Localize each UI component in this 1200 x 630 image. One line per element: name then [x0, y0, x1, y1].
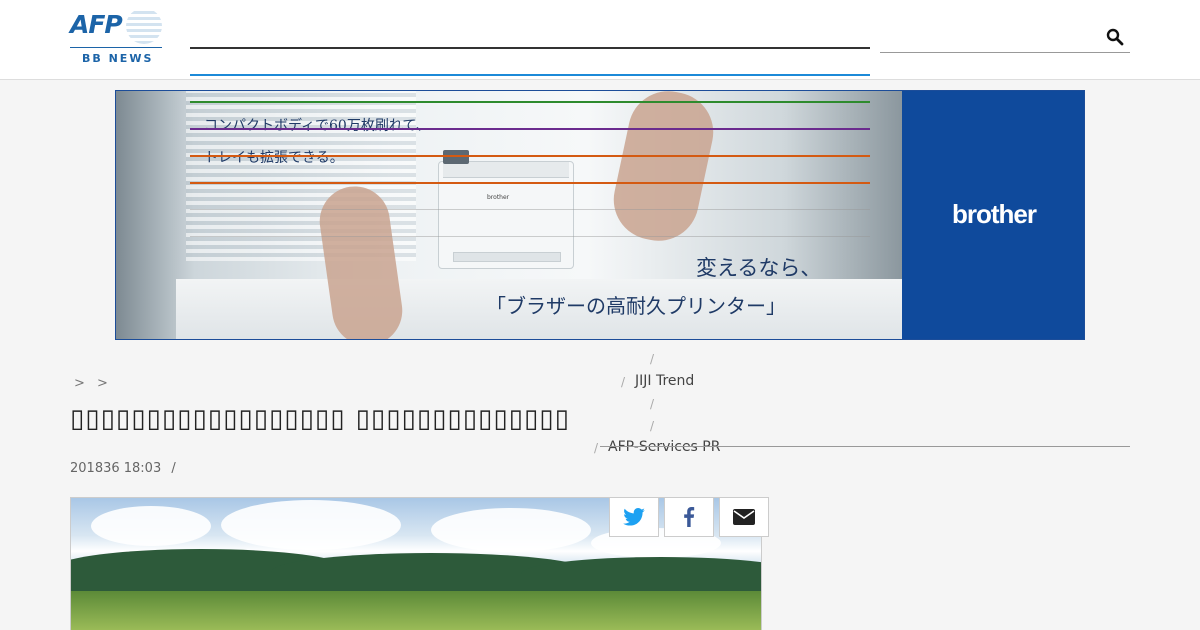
nav-bar-primary[interactable]: [190, 47, 870, 49]
nav-dropdown-line-gray: [190, 209, 870, 210]
ad-copy-line2: トレイも拡張できる。: [204, 150, 344, 166]
mountain-shape: [521, 557, 761, 591]
share-email-button[interactable]: [719, 497, 769, 537]
logo-subtitle: BB NEWS: [82, 52, 154, 65]
globe-icon: [126, 8, 162, 44]
site-header: AFP BB NEWS: [0, 0, 1200, 80]
search-input[interactable]: [880, 22, 1100, 52]
menu-separator: /: [594, 441, 599, 455]
menu-separator: /: [650, 419, 655, 433]
breadcrumb: > >: [74, 376, 116, 391]
share-twitter-button[interactable]: [609, 497, 659, 537]
brother-logo: brother: [952, 199, 1037, 229]
menu-link-jiji-trend[interactable]: JIJI Trend: [635, 373, 694, 389]
ad-copy-line1: コンパクトボディで60万枚刷れて、: [204, 118, 430, 134]
meta-separator: /: [171, 461, 176, 476]
printer-brand-label: brother: [487, 194, 510, 201]
article-date: 201836 18:03: [70, 461, 162, 476]
email-icon: [733, 509, 755, 525]
nav-dropdown-line-green[interactable]: [190, 101, 870, 103]
cloud-shape: [431, 508, 591, 552]
ad-headline-line1: 変えるなら、: [696, 256, 822, 280]
search-icon[interactable]: [1106, 28, 1124, 46]
breadcrumb-separator: >: [97, 376, 108, 391]
menu-separator: /: [650, 352, 655, 366]
printer-control-panel: [443, 150, 469, 164]
breadcrumb-separator: >: [74, 376, 85, 391]
article-meta: 201836 18:03 /: [70, 461, 176, 476]
grassland: [71, 591, 761, 630]
menu-separator: /: [650, 397, 655, 411]
ad-headline-line2: 「ブラザーの高耐久プリンター」: [486, 294, 786, 318]
share-facebook-button[interactable]: [664, 497, 714, 537]
twitter-icon: [623, 508, 645, 526]
nav-dropdown-line-orange-2[interactable]: [190, 182, 870, 184]
nav-bar-secondary[interactable]: [190, 74, 870, 76]
menu-separator: /: [621, 375, 626, 389]
nav-dropdown-line-orange[interactable]: [190, 155, 870, 157]
printer-top: [443, 162, 569, 178]
facebook-icon: [684, 507, 695, 527]
article-title: ▯▯▯▯▯▯▯▯▯▯▯▯▯▯▯▯▯▯ ▯▯▯▯▯▯▯▯▯▯▯▯▯▯: [70, 404, 570, 434]
logo-afp-text: AFP: [70, 10, 123, 39]
menu-link-afp-services-pr[interactable]: AFP-Services PR: [608, 439, 720, 455]
search-box: [880, 22, 1130, 53]
nav-dropdown-line-purple[interactable]: [190, 128, 870, 130]
logo-divider: [70, 47, 162, 48]
printer-illustration: brother: [438, 150, 574, 269]
cloud-shape: [221, 500, 401, 550]
hand-right: [606, 91, 721, 249]
nav-dropdown-line-gray-2: [190, 236, 870, 237]
printer-tray: [453, 252, 561, 262]
menu-divider: [600, 446, 1130, 447]
cloud-shape: [91, 506, 211, 546]
afp-bb-news-logo[interactable]: AFP BB NEWS: [70, 8, 162, 66]
